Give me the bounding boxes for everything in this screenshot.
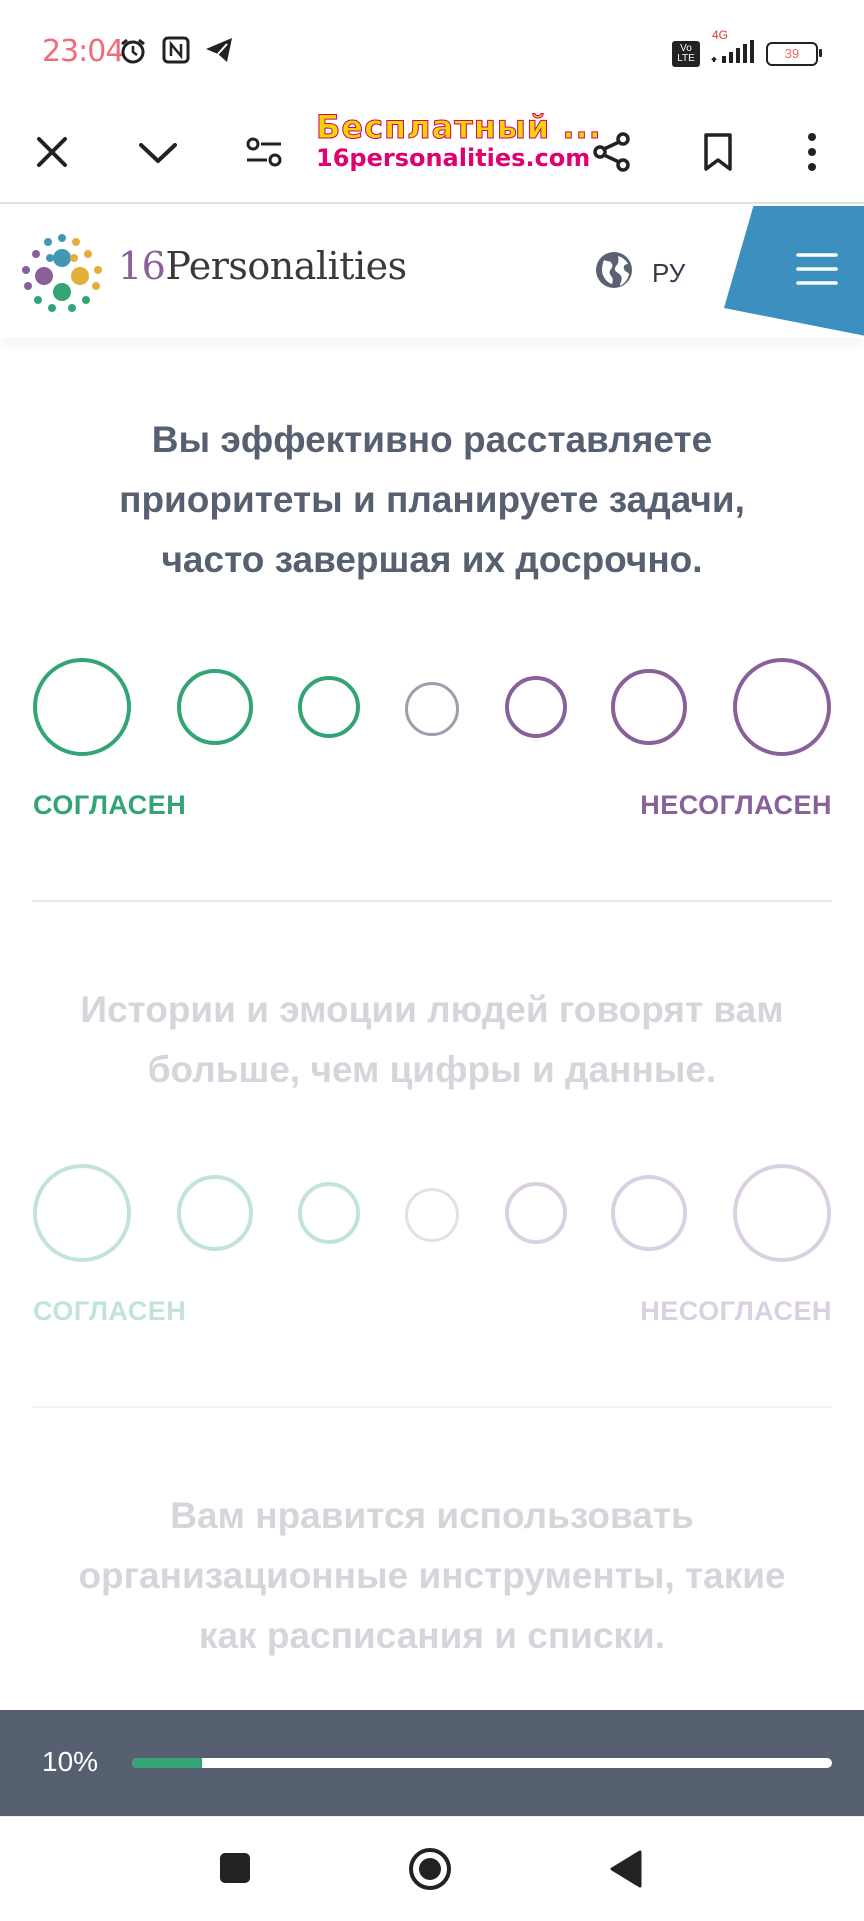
signal-icon: 4G bbox=[710, 28, 756, 69]
nfc-icon bbox=[162, 36, 190, 71]
home-circle-icon bbox=[408, 1848, 452, 1895]
more-vert-icon bbox=[806, 132, 818, 177]
chevron-down-icon bbox=[137, 137, 179, 172]
option-agree-slight[interactable] bbox=[298, 1182, 360, 1244]
option-agree-strong[interactable] bbox=[33, 1164, 131, 1262]
browser-toolbar: Бесплатный ... 16personalities.com bbox=[0, 104, 864, 204]
globe-icon bbox=[594, 250, 634, 297]
agree-label: СОГЛАСЕН bbox=[33, 1296, 187, 1326]
question-text: Истории и эмоции людей говорят вам больш… bbox=[80, 989, 784, 1090]
option-agree[interactable] bbox=[177, 1175, 253, 1251]
logo-dots-icon bbox=[20, 228, 104, 319]
progress-fill bbox=[132, 1758, 202, 1768]
menu-button[interactable] bbox=[724, 206, 864, 338]
option-disagree[interactable] bbox=[611, 669, 687, 745]
share-button[interactable] bbox=[580, 122, 644, 186]
agree-label: СОГЛАСЕН bbox=[33, 790, 187, 820]
page-title: Бесплатный ... bbox=[316, 108, 602, 147]
close-tab-button[interactable] bbox=[20, 122, 84, 186]
tune-icon bbox=[245, 135, 283, 174]
back-triangle-icon bbox=[608, 1850, 644, 1893]
language-label: РУ bbox=[652, 258, 686, 288]
telegram-icon bbox=[204, 36, 234, 71]
question-text: Вам нравится использовать организационны… bbox=[78, 1495, 786, 1656]
site-settings-button[interactable] bbox=[232, 122, 296, 186]
hamburger-icon bbox=[796, 252, 838, 291]
option-disagree-slight[interactable] bbox=[505, 676, 567, 738]
page-url: 16personalities.com bbox=[316, 144, 591, 172]
disagree-label: НЕСОГЛАСЕН bbox=[640, 790, 832, 820]
option-neutral[interactable] bbox=[405, 1188, 459, 1242]
system-nav-bar bbox=[0, 1816, 864, 1921]
back-button[interactable] bbox=[608, 1849, 644, 1894]
bookmark-button[interactable] bbox=[686, 122, 750, 186]
page-title-address[interactable]: Бесплатный ... 16personalities.com bbox=[316, 108, 602, 173]
option-agree-slight[interactable] bbox=[298, 676, 360, 738]
option-agree[interactable] bbox=[177, 669, 253, 745]
option-disagree-strong[interactable] bbox=[733, 1164, 831, 1262]
home-button[interactable] bbox=[408, 1847, 452, 1896]
share-icon bbox=[592, 131, 632, 177]
progress-percent: 10% bbox=[42, 1746, 99, 1777]
close-icon bbox=[34, 134, 70, 175]
disagree-label: НЕСОГЛАСЕН bbox=[640, 1296, 832, 1326]
recents-button[interactable] bbox=[218, 1851, 252, 1890]
collapse-button[interactable] bbox=[126, 122, 190, 186]
volte-badge: Vo LTE bbox=[672, 40, 700, 67]
site-logo[interactable]: 16Personalities bbox=[0, 206, 440, 338]
status-bar: 23:04 Vo LTE 4G 39 bbox=[0, 0, 864, 104]
progress-track bbox=[132, 1758, 832, 1768]
option-disagree[interactable] bbox=[611, 1175, 687, 1251]
alarm-icon bbox=[118, 36, 148, 71]
option-neutral[interactable] bbox=[405, 682, 459, 736]
option-disagree-strong[interactable] bbox=[733, 658, 831, 756]
status-time: 23:04 bbox=[42, 34, 124, 69]
option-disagree-slight[interactable] bbox=[505, 1182, 567, 1244]
square-icon bbox=[218, 1853, 252, 1889]
option-agree-strong[interactable] bbox=[33, 658, 131, 756]
question-text: Вы эффективно расставляете приоритеты и … bbox=[119, 419, 745, 580]
divider bbox=[32, 900, 832, 902]
language-selector[interactable]: РУ bbox=[594, 250, 685, 297]
progress-bar: 10% bbox=[0, 1710, 864, 1816]
logo-text: 16Personalities bbox=[118, 244, 407, 288]
site-header: 16Personalities РУ bbox=[0, 206, 864, 338]
divider bbox=[32, 1406, 832, 1408]
bookmark-icon bbox=[702, 132, 734, 177]
battery-icon: 39 bbox=[766, 41, 822, 66]
more-options-button[interactable] bbox=[780, 122, 844, 186]
